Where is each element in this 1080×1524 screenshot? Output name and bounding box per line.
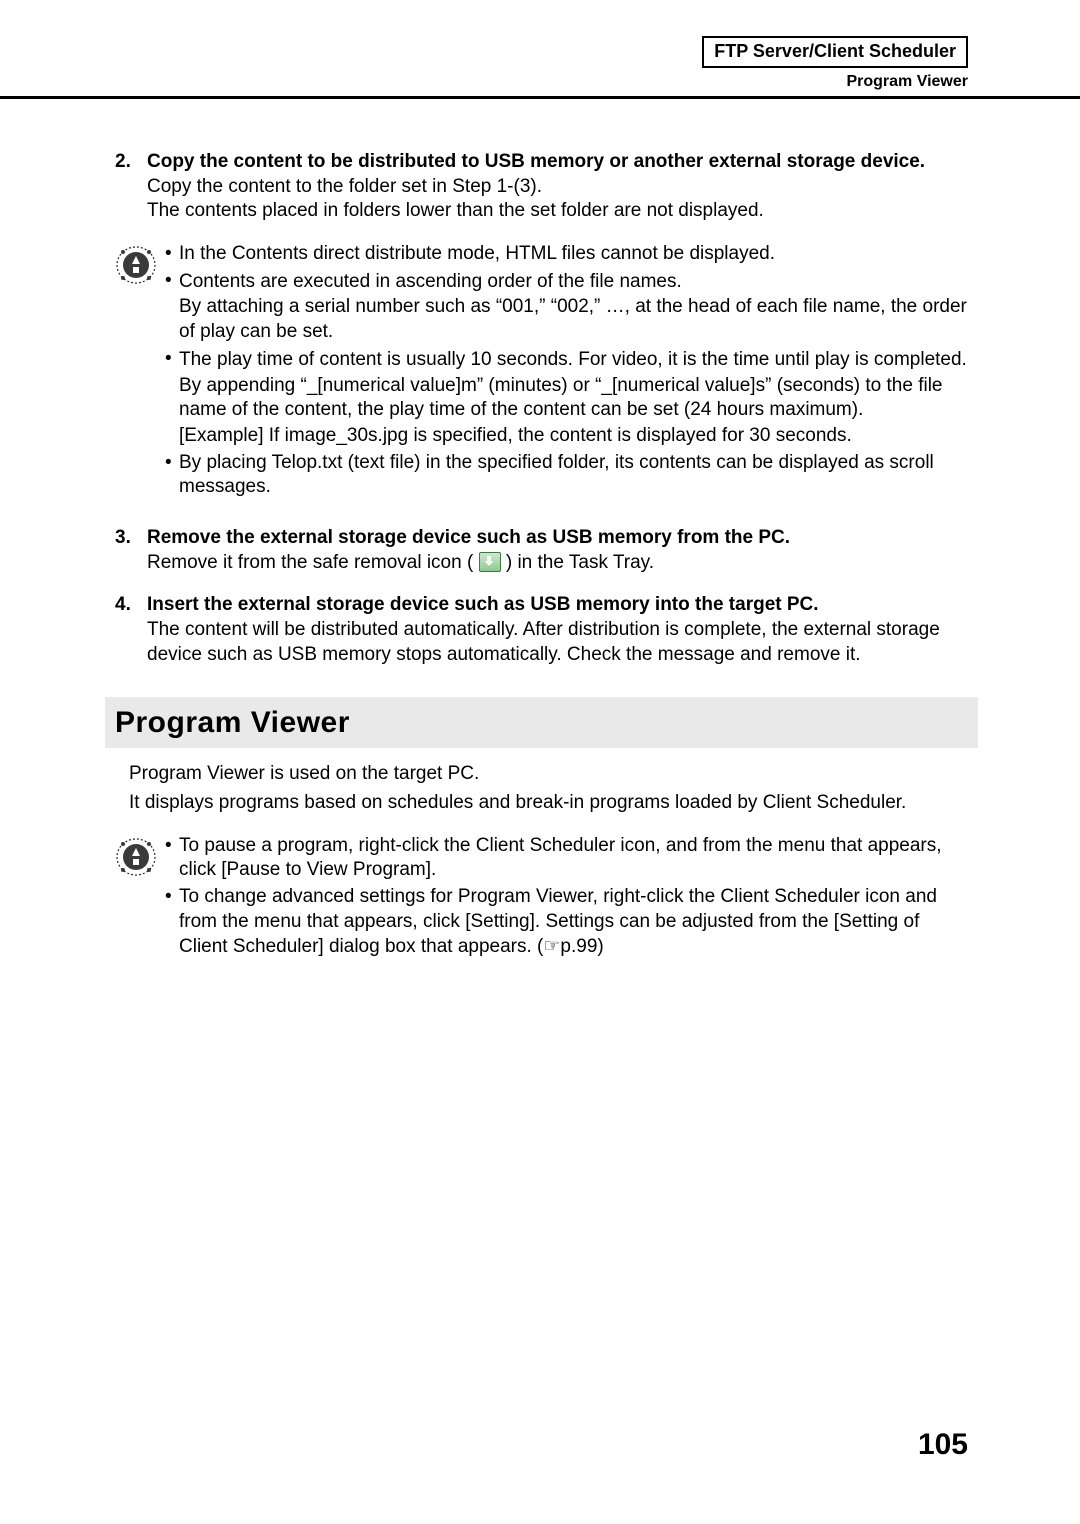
tips-icon — [115, 244, 157, 286]
tips2-bullet-2: To change advanced settings for Program … — [179, 885, 968, 959]
bullet-dot: • — [165, 269, 179, 345]
page: FTP Server/Client Scheduler Program View… — [0, 0, 1080, 1524]
step-2-line2: The contents placed in folders lower tha… — [147, 199, 968, 224]
tips-block-1: • In the Contents direct distribute mode… — [115, 242, 968, 502]
step-2-title: Copy the content to be distributed to US… — [147, 150, 925, 175]
tips1-bullet-1: In the Contents direct distribute mode, … — [179, 242, 968, 267]
section-heading: Program Viewer — [115, 703, 968, 742]
step-3-line1b: ) in the Task Tray. — [506, 552, 654, 573]
bullet-dot: • — [165, 347, 179, 449]
step-3-title: Remove the external storage device such … — [147, 526, 790, 551]
tips-block-2: • To pause a program, right-click the Cl… — [115, 834, 968, 961]
step-4: 4. Insert the external storage device su… — [115, 593, 968, 667]
tips1-bullet-2a: Contents are executed in ascending order… — [179, 270, 968, 295]
safe-removal-icon — [479, 552, 501, 572]
section-heading-bar: Program Viewer — [105, 697, 978, 748]
header-title-box: FTP Server/Client Scheduler — [702, 36, 968, 68]
step-3: 3. Remove the external storage device su… — [115, 526, 968, 575]
bullet-dot: • — [165, 885, 179, 959]
step-4-line1: The content will be distributed automati… — [147, 618, 968, 667]
page-header: FTP Server/Client Scheduler Program View… — [702, 36, 968, 93]
content-area: 2. Copy the content to be distributed to… — [115, 150, 968, 985]
bullet-dot: • — [165, 242, 179, 267]
tips2-bullet-1: To pause a program, right-click the Clie… — [179, 834, 968, 883]
tips1-bullet-2b: By attaching a serial number such as “00… — [179, 295, 968, 344]
tips1-bullet-3b: By appending “_[numerical value]m” (minu… — [179, 374, 968, 423]
tips1-bullet-3a: The play time of content is usually 10 s… — [179, 348, 968, 373]
step-3-line1a: Remove it from the safe removal icon ( — [147, 552, 473, 573]
step-2-line1: Copy the content to the folder set in St… — [147, 175, 968, 200]
step-4-number: 4. — [115, 593, 147, 618]
tips-icon — [115, 836, 157, 878]
header-subtitle: Program Viewer — [702, 72, 968, 93]
step-2-number: 2. — [115, 150, 147, 175]
section-intro-1: Program Viewer is used on the target PC. — [129, 762, 968, 787]
step-4-title: Insert the external storage device such … — [147, 593, 819, 618]
step-3-number: 3. — [115, 526, 147, 551]
tips1-bullet-3c: [Example] If image_30s.jpg is specified,… — [179, 424, 968, 449]
tips1-bullet-4: By placing Telop.txt (text file) in the … — [179, 451, 968, 500]
section-intro-2: It displays programs based on schedules … — [129, 791, 968, 816]
page-number: 105 — [918, 1425, 968, 1464]
bullet-dot: • — [165, 451, 179, 500]
step-2: 2. Copy the content to be distributed to… — [115, 150, 968, 224]
header-rule — [0, 96, 1080, 99]
bullet-dot: • — [165, 834, 179, 883]
